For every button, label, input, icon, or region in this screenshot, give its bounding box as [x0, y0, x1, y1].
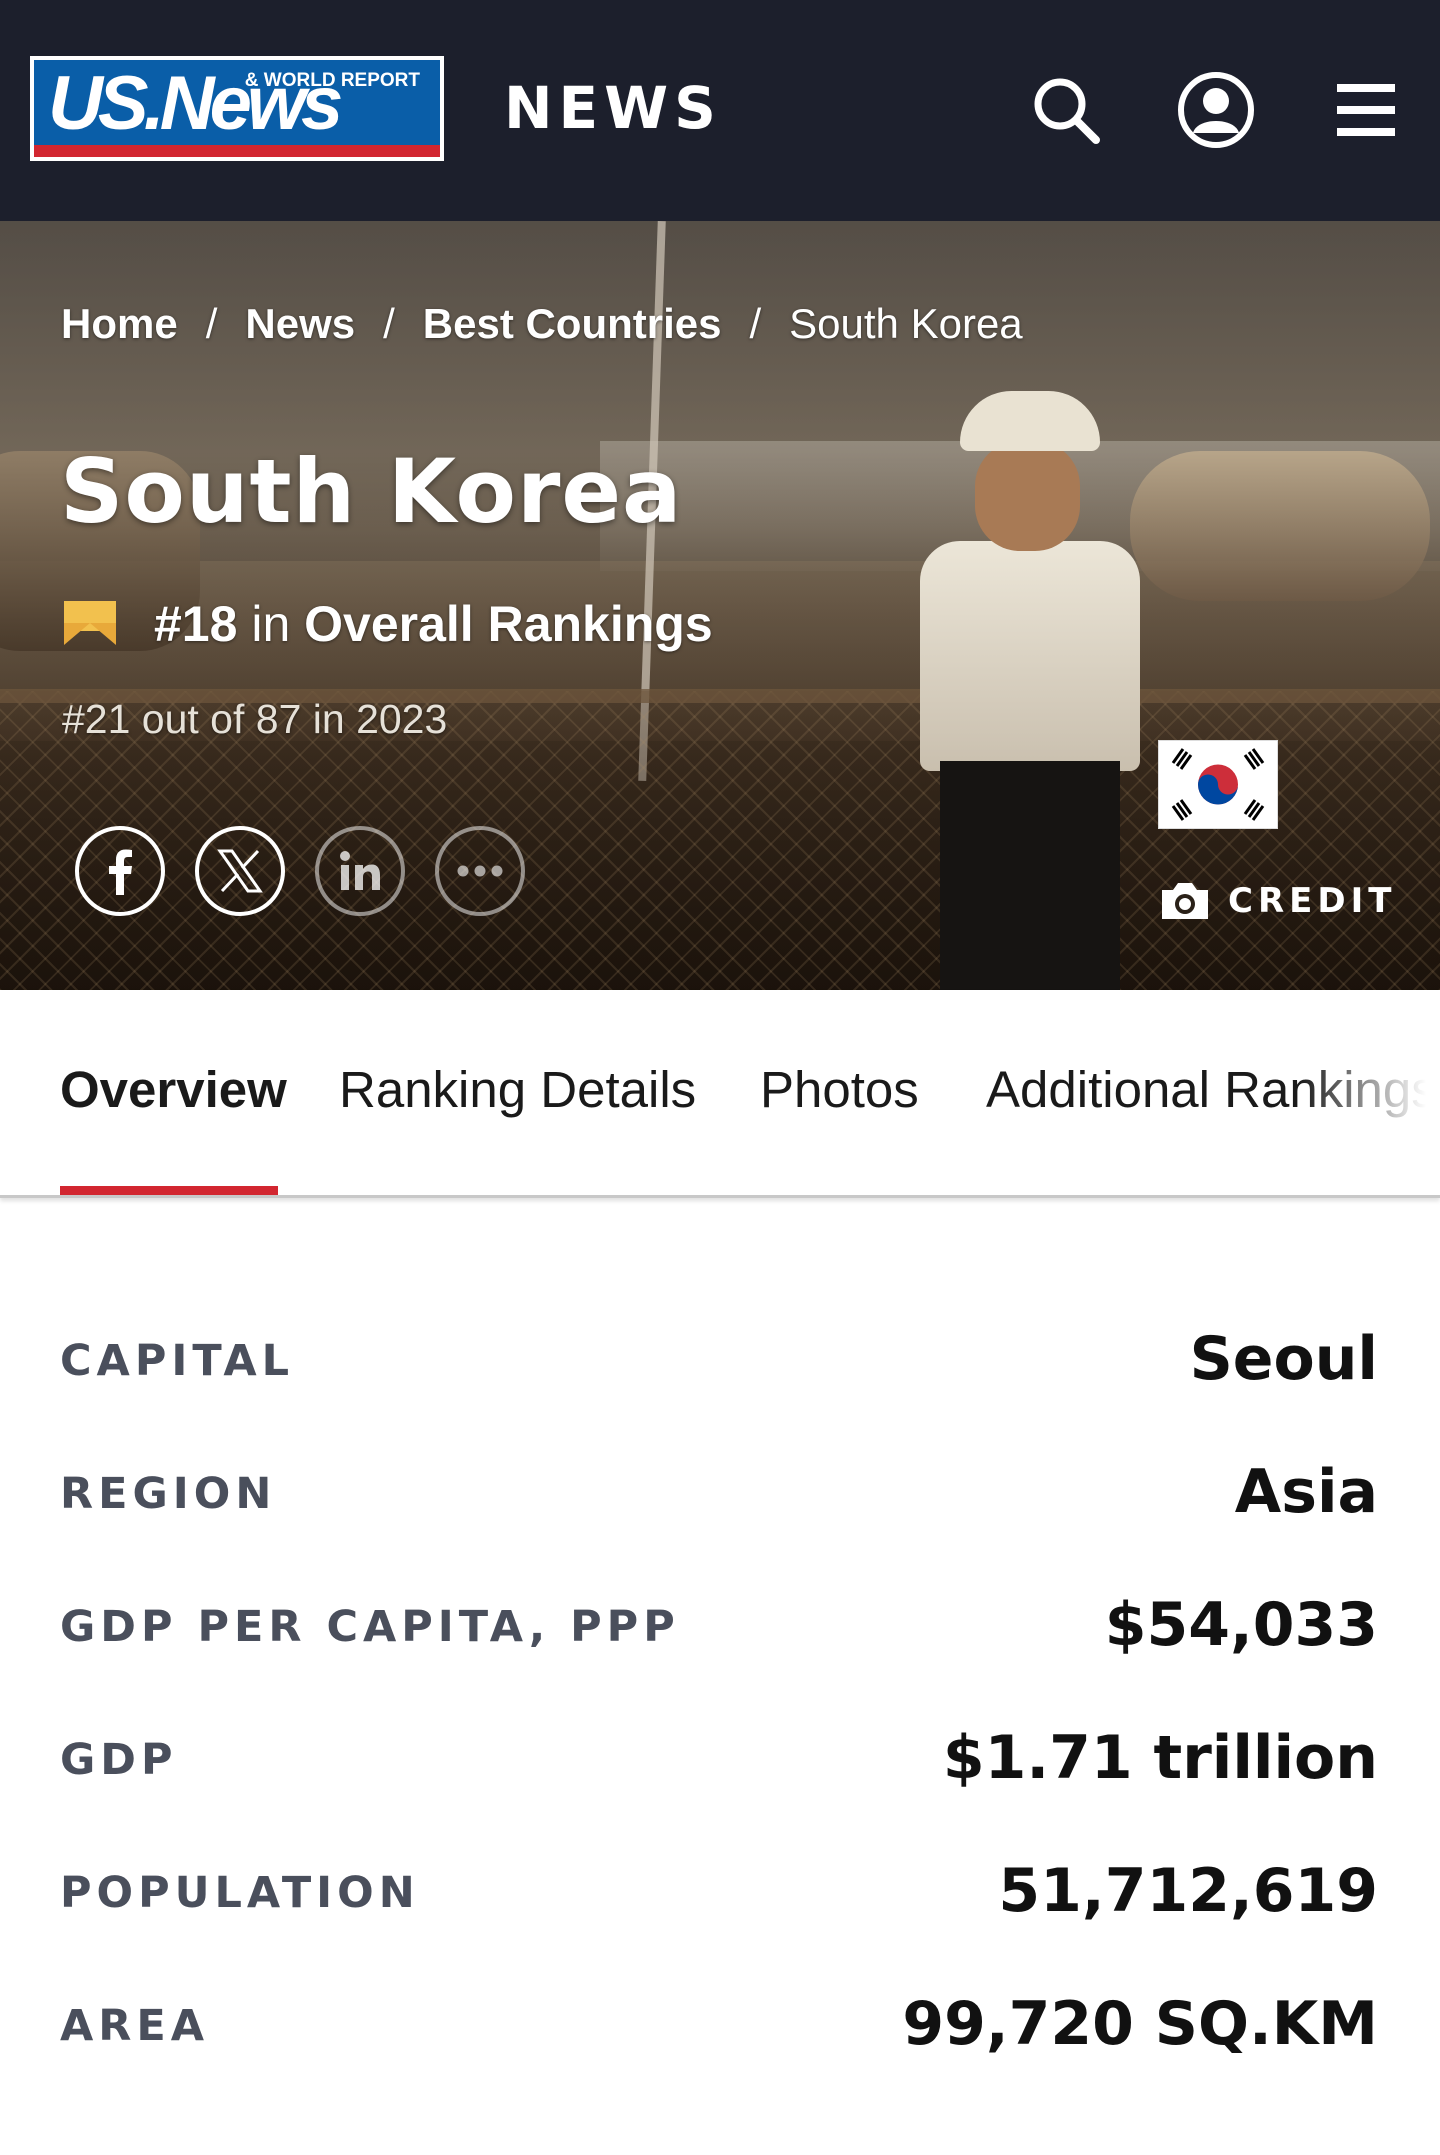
overall-rank: #18 in Overall Rankings: [64, 596, 713, 652]
fact-row-population: POPULATION 51,712,619: [0, 1856, 1440, 1936]
fact-row-gdp-per-capita: GDP PER CAPITA, PPP $54,033: [0, 1590, 1440, 1670]
rank-badge-icon: [64, 601, 116, 647]
breadcrumb-best-countries[interactable]: Best Countries: [423, 300, 722, 347]
fact-row-region: REGION Asia: [0, 1457, 1440, 1537]
x-icon: [217, 849, 263, 893]
breadcrumb: Home / News / Best Countries / South Korea: [61, 300, 1023, 348]
site-header: & WORLD REPORT US.News NEWS: [0, 0, 1440, 221]
breadcrumb-current: South Korea: [789, 300, 1023, 347]
account-icon: [1178, 72, 1254, 148]
active-tab-indicator: [60, 1186, 278, 1195]
page-title: South Korea: [60, 440, 683, 543]
more-icon: [457, 865, 503, 877]
fact-value: Seoul: [1189, 1324, 1378, 1394]
rank-number: #18: [154, 596, 238, 652]
fact-label: POPULATION: [60, 1868, 420, 1918]
fact-label: AREA: [60, 2001, 210, 2051]
hero-photo-sailor: [910, 391, 1150, 990]
tabs-scroll-fade: [1300, 990, 1440, 1190]
rank-in: in: [237, 596, 305, 652]
rank-category-link[interactable]: Overall Rankings: [304, 596, 713, 652]
fact-row-gdp: GDP $1.71 trillion: [0, 1723, 1440, 1803]
rank-text: #18 in Overall Rankings: [154, 595, 713, 653]
fact-label: GDP: [60, 1735, 178, 1785]
share-linkedin-button[interactable]: [315, 826, 405, 916]
tab-ranking-details[interactable]: Ranking Details: [339, 1060, 696, 1119]
share-facebook-button[interactable]: [75, 826, 165, 916]
sailor-cap: [960, 391, 1100, 451]
camera-icon: [1162, 883, 1208, 919]
breadcrumb-news[interactable]: News: [245, 300, 355, 347]
search-button[interactable]: [1026, 70, 1106, 150]
fact-label: GDP PER CAPITA, PPP: [60, 1602, 680, 1652]
fact-label: REGION: [60, 1469, 277, 1519]
credit-label: CREDIT: [1228, 881, 1397, 921]
sailor-shirt: [920, 541, 1140, 771]
usnews-logo[interactable]: & WORLD REPORT US.News: [30, 56, 444, 161]
breadcrumb-home[interactable]: Home: [61, 300, 178, 347]
breadcrumb-separator: /: [205, 300, 218, 347]
tab-photos[interactable]: Photos: [760, 1060, 919, 1119]
menu-icon: [1337, 84, 1395, 136]
facebook-icon: [109, 849, 132, 895]
fact-row-capital: CAPITAL Seoul: [0, 1324, 1440, 1404]
hero-photo-binocular-right: [1130, 451, 1430, 601]
share-x-button[interactable]: [195, 826, 285, 916]
linkedin-icon: [340, 851, 380, 890]
fact-value: 99,720 SQ.KM: [902, 1989, 1378, 2059]
fact-value: Asia: [1234, 1457, 1378, 1527]
section-tabs: Overview Ranking Details Photos Addition…: [0, 990, 1440, 1198]
fact-row-area: AREA 99,720 SQ.KM: [0, 1989, 1440, 2069]
breadcrumb-separator: /: [383, 300, 395, 347]
breadcrumb-separator: /: [749, 300, 762, 347]
search-icon: [1034, 78, 1100, 144]
photo-credit-button[interactable]: CREDIT: [1158, 880, 1396, 922]
fact-label: CAPITAL: [60, 1336, 295, 1386]
share-more-button[interactable]: [435, 826, 525, 916]
logo-red-stripe: [34, 145, 440, 157]
tab-overview[interactable]: Overview: [60, 1060, 287, 1119]
south-korea-flag-icon: [1158, 740, 1278, 829]
fact-value: $54,033: [1104, 1590, 1378, 1660]
previous-rank: #21 out of 87 in 2023: [62, 696, 448, 742]
logo-inner: & WORLD REPORT US.News: [34, 60, 440, 157]
fact-value: 51,712,619: [998, 1856, 1378, 1926]
logo-wordmark: US.News: [48, 61, 343, 146]
account-button[interactable]: [1176, 70, 1256, 150]
sailor-face: [975, 441, 1080, 551]
menu-button[interactable]: [1326, 70, 1406, 150]
sailor-pants: [940, 761, 1120, 990]
section-label-news[interactable]: NEWS: [504, 74, 722, 142]
fact-value: $1.71 trillion: [942, 1723, 1378, 1793]
